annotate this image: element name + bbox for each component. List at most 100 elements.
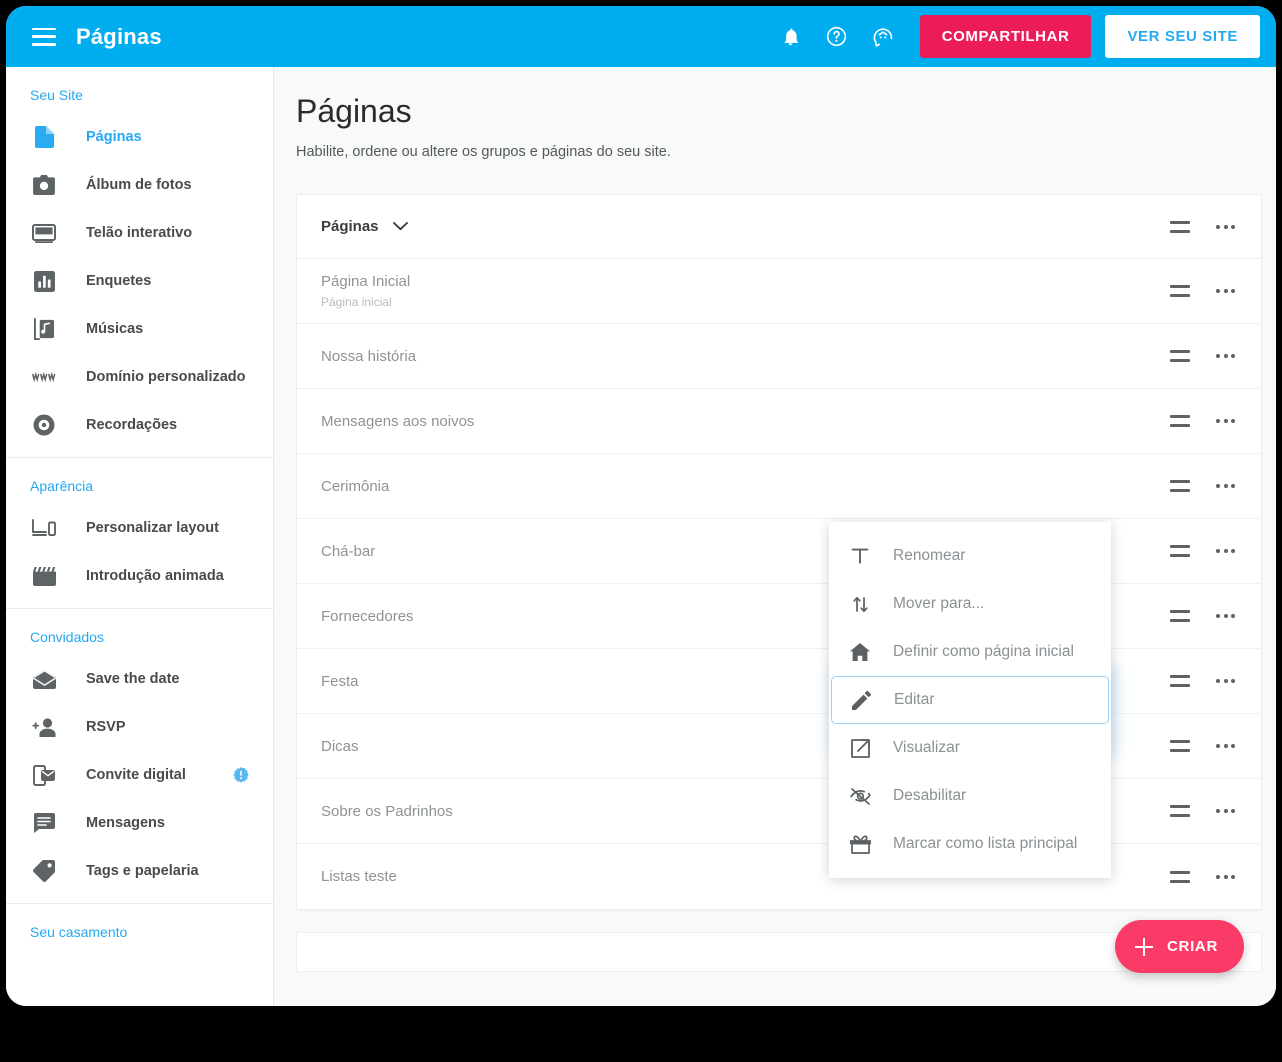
context-menu-item-label: Marcar como lista principal [893,835,1078,852]
drag-handle-icon[interactable] [1170,675,1190,687]
drag-handle-icon[interactable] [1170,870,1190,883]
more-options-icon[interactable] [1212,871,1239,883]
sidebar-heading-convidados: Convidados [30,629,104,645]
page-subtitle: Habilite, ordene ou altere os grupos e p… [296,144,671,160]
more-options-icon[interactable] [1212,285,1239,297]
sidebar-item-label: Músicas [86,321,144,337]
chevron-down-icon[interactable] [392,222,408,231]
person-add-icon [30,713,58,741]
sidebar-item-rsvp[interactable]: RSVP [6,703,273,751]
drag-handle-icon[interactable] [1170,220,1190,233]
table-row[interactable]: Chá-bar [297,519,1261,584]
table-row[interactable]: Mensagens aos noivos [297,389,1261,454]
page-name: Nossa história [321,347,417,365]
row-actions [1170,740,1239,752]
camera-icon [30,171,58,199]
sidebar-item-enquetes[interactable]: Enquetes [6,257,273,305]
sidebar-item-label: Convite digital [86,767,186,783]
table-row[interactable]: Cerimônia [297,454,1261,519]
sidebar-item-paginas[interactable]: Páginas [6,113,273,161]
sidebar-item-introducao-animada[interactable]: Introdução animada [6,552,273,600]
more-options-icon[interactable] [1212,805,1239,817]
context-menu-item-editar[interactable]: Editar [831,676,1109,724]
more-options-icon[interactable] [1212,740,1239,752]
page-name: Dicas [321,737,359,755]
drag-handle-icon[interactable] [1170,545,1190,557]
sidebar-item-personalizar-layout[interactable]: Personalizar layout [6,504,273,552]
home-icon [847,643,873,661]
sidebar-item-label: Domínio personalizado [86,369,246,385]
drag-handle-icon[interactable] [1170,285,1190,297]
sidebar-item-album-de-fotos[interactable]: Álbum de fotos [6,161,273,209]
table-row[interactable]: Fornecedores [297,584,1261,649]
page-name: Sobre os Padrinhos [321,802,453,820]
row-actions [1170,805,1239,817]
page-name: Listas teste [321,868,397,885]
sidebar-item-mensagens[interactable]: Mensagens [6,799,273,847]
sidebar: Seu Site Páginas Álbum de fotos Telão in… [6,67,274,1006]
more-options-icon[interactable] [1212,350,1239,362]
row-actions [1170,480,1239,492]
drag-handle-icon[interactable] [1170,350,1190,362]
sidebar-item-musicas[interactable]: Músicas [6,305,273,353]
more-options-icon[interactable] [1212,545,1239,557]
sidebar-item-label: Mensagens [86,815,165,831]
pencil-icon [848,690,874,710]
context-menu-item-mover-para[interactable]: Mover para... [829,580,1111,628]
sidebar-item-telao-interativo[interactable]: Telão interativo [6,209,273,257]
devices-icon [30,514,58,542]
more-options-icon[interactable] [1212,610,1239,622]
table-row[interactable]: Sobre os Padrinhos [297,779,1261,844]
context-menu-item-visualizar[interactable]: Visualizar [829,724,1111,772]
hamburger-icon[interactable] [32,27,56,46]
sidebar-heading-seu-site: Seu Site [30,87,83,103]
drag-handle-icon[interactable] [1170,740,1190,752]
plus-icon [1135,937,1153,956]
more-options-icon[interactable] [1212,480,1239,492]
context-menu-item-marcar-lista-principal[interactable]: Marcar como lista principal [829,820,1111,868]
drag-handle-icon[interactable] [1170,480,1190,492]
pages-card-header: Páginas [297,195,1261,259]
more-options-icon[interactable] [1212,221,1239,233]
gift-icon [847,834,873,854]
row-actions [1170,610,1239,622]
share-button[interactable]: COMPARTILHAR [919,15,1092,58]
more-options-icon[interactable] [1212,415,1239,427]
clapperboard-icon [30,562,58,590]
sidebar-item-label: Personalizar layout [86,520,219,536]
more-options-icon[interactable] [1212,675,1239,687]
context-menu-item-label: Renomear [893,547,966,564]
sidebar-item-label: Enquetes [86,273,152,289]
drag-handle-icon[interactable] [1170,610,1190,622]
drag-handle-icon[interactable] [1170,415,1190,427]
view-site-button[interactable]: VER SEU SITE [1105,15,1260,58]
row-actions [1170,285,1239,297]
context-menu-item-label: Definir como página inicial [893,643,1074,660]
table-row[interactable]: Página Inicial Página inicial [297,259,1261,324]
create-button-label: CRIAR [1167,938,1218,955]
sidebar-item-tags-e-papelaria[interactable]: Tags e papelaria [6,847,273,895]
sidebar-item-convite-digital[interactable]: Convite digital [6,751,273,799]
sidebar-heading-seu-casamento[interactable]: Seu casamento [6,904,273,950]
support-agent-icon[interactable] [860,14,906,60]
help-circle-icon[interactable] [814,14,860,60]
top-bar-actions: COMPARTILHAR VER SEU SITE [768,14,1276,60]
text-format-icon [847,547,873,565]
page-title: Páginas [296,93,412,129]
sidebar-item-save-the-date[interactable]: Save the date [6,655,273,703]
context-menu: Renomear Mover para... Definir como pági… [829,522,1111,878]
sidebar-item-label: Save the date [86,671,180,687]
create-button[interactable]: CRIAR [1115,920,1244,973]
context-menu-item-definir-pagina-inicial[interactable]: Definir como página inicial [829,628,1111,676]
drag-handle-icon[interactable] [1170,805,1190,817]
www-icon [30,363,58,391]
sidebar-item-dominio-personalizado[interactable]: Domínio personalizado [6,353,273,401]
sidebar-item-recordacoes[interactable]: Recordações [6,401,273,449]
table-row[interactable]: Listas teste [297,844,1261,909]
external-link-icon [847,738,873,758]
context-menu-item-desabilitar[interactable]: Desabilitar [829,772,1111,820]
bell-icon[interactable] [768,14,814,60]
sidebar-group-convidados: Convidados Save the date RSVP Convite di… [6,609,273,904]
context-menu-item-renomear[interactable]: Renomear [829,532,1111,580]
table-row[interactable]: Nossa história [297,324,1261,389]
